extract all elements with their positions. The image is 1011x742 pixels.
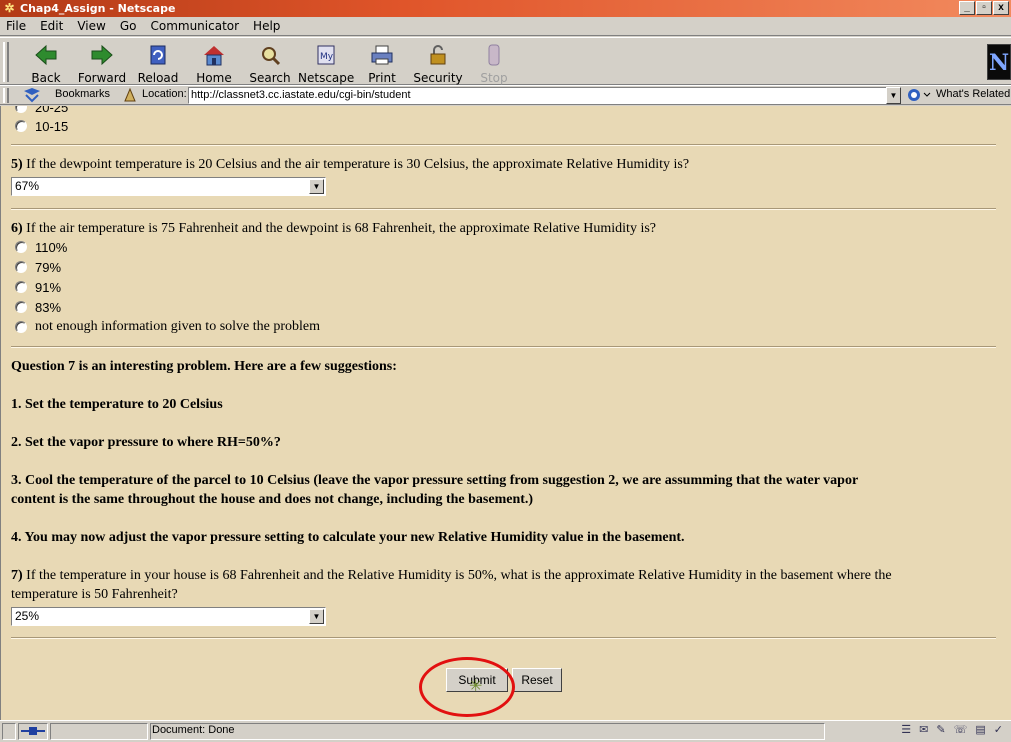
suggestion-2: 2. Set the vapor pressure to where RH=50… bbox=[11, 435, 281, 450]
prev-option-row[interactable]: 10-15 bbox=[15, 117, 68, 135]
status-bar: Document: Done ☰ ✉ ✎ ☏ ▤ ✓ bbox=[0, 720, 1011, 741]
print-button[interactable]: Print bbox=[354, 41, 410, 85]
bookmarks-icon[interactable] bbox=[22, 87, 44, 103]
radio-button[interactable] bbox=[15, 281, 27, 293]
security-status-icon[interactable] bbox=[2, 723, 16, 740]
menu-file[interactable]: File bbox=[6, 19, 26, 33]
check-icon[interactable]: ✓ bbox=[994, 723, 1003, 736]
minimize-button[interactable]: _ bbox=[959, 1, 975, 15]
netscape-app-icon: ✲ bbox=[4, 1, 15, 15]
status-text: Document: Done bbox=[152, 724, 235, 736]
back-arrow-icon bbox=[33, 43, 59, 67]
menu-help[interactable]: Help bbox=[253, 19, 280, 33]
toolbar-grip[interactable] bbox=[3, 42, 9, 82]
suggestion-4: 4. You may now adjust the vapor pressure… bbox=[11, 530, 685, 545]
navigator-icon[interactable]: ☰ bbox=[901, 723, 911, 736]
q6-option-row[interactable]: 91% bbox=[15, 278, 61, 296]
forward-arrow-icon bbox=[89, 43, 115, 67]
q5-answer-select[interactable]: 67% ▼ bbox=[11, 177, 326, 196]
navigation-toolbar: Back Forward Reload Home Search My Netsc… bbox=[0, 37, 1011, 85]
whats-related-icon[interactable] bbox=[906, 87, 932, 103]
menu-edit[interactable]: Edit bbox=[40, 19, 63, 33]
locbar-grip[interactable] bbox=[3, 88, 9, 103]
status-text-cell bbox=[150, 723, 825, 740]
q6-option-row[interactable]: 79% bbox=[15, 258, 61, 276]
question-6: 6) If the air temperature is 75 Fahrenhe… bbox=[11, 221, 656, 236]
suggestion-3-line-2: content is the same throughout the house… bbox=[11, 492, 534, 507]
reload-icon bbox=[145, 43, 171, 67]
divider bbox=[11, 208, 999, 210]
url-dropdown-button[interactable]: ▼ bbox=[886, 87, 901, 104]
print-icon bbox=[369, 43, 395, 67]
radio-button[interactable] bbox=[15, 106, 27, 113]
prev-option-row[interactable]: 20-25 bbox=[15, 106, 68, 116]
url-input[interactable]: http://classnet3.cc.iastate.edu/cgi-bin/… bbox=[188, 87, 888, 104]
radio-button[interactable] bbox=[15, 321, 27, 333]
radio-button[interactable] bbox=[15, 241, 27, 253]
reload-button[interactable]: Reload bbox=[130, 41, 186, 85]
search-button[interactable]: Search bbox=[242, 41, 298, 85]
question-5: 5) If the dewpoint temperature is 20 Cel… bbox=[11, 157, 690, 172]
chevron-down-icon[interactable]: ▼ bbox=[309, 609, 324, 624]
reset-button[interactable]: Reset bbox=[512, 668, 562, 692]
security-lock-icon bbox=[425, 43, 451, 67]
messenger-icon[interactable]: ✉ bbox=[919, 723, 928, 736]
stop-button[interactable]: Stop bbox=[466, 41, 522, 85]
suggestion-1: 1. Set the temperature to 20 Celsius bbox=[11, 397, 223, 412]
window-controls: _ ▫ x bbox=[959, 1, 1009, 15]
component-bar: ☰ ✉ ✎ ☏ ▤ ✓ bbox=[901, 723, 1003, 736]
netscape-button[interactable]: My Netscape bbox=[298, 41, 354, 85]
suggestions-intro: Question 7 is an interesting problem. He… bbox=[11, 359, 397, 374]
chat-icon[interactable]: ☏ bbox=[954, 723, 968, 736]
bookmarks-label[interactable]: Bookmarks bbox=[55, 88, 110, 100]
netscape-icon: My bbox=[313, 43, 339, 67]
sparkle-cursor-icon: ✳ bbox=[469, 678, 483, 695]
chevron-down-icon[interactable]: ▼ bbox=[309, 179, 324, 194]
window-title: Chap4_Assign - Netscape bbox=[20, 2, 176, 15]
q6-option-row[interactable]: 110% bbox=[15, 238, 67, 256]
radio-button[interactable] bbox=[15, 301, 27, 313]
location-toolbar: Bookmarks Location: http://classnet3.cc.… bbox=[0, 85, 1011, 105]
highlight-circle bbox=[419, 657, 515, 717]
radio-button[interactable] bbox=[15, 261, 27, 273]
location-label: Location: bbox=[142, 88, 187, 100]
netscape-throbber-logo: N bbox=[987, 44, 1011, 80]
suggestion-3-line-1: 3. Cool the temperature of the parcel to… bbox=[11, 473, 859, 488]
svg-text:My: My bbox=[320, 52, 334, 62]
vertical-scrollbar[interactable] bbox=[996, 106, 1011, 720]
connection-status-icon bbox=[18, 723, 48, 740]
restore-button[interactable]: ▫ bbox=[976, 1, 992, 15]
composer-icon[interactable]: ✎ bbox=[936, 723, 945, 736]
divider bbox=[11, 346, 999, 348]
title-bar: ✲ Chap4_Assign - Netscape _ ▫ x bbox=[0, 0, 1011, 17]
progress-bar bbox=[50, 723, 148, 740]
security-button[interactable]: Security bbox=[410, 41, 466, 85]
stop-icon bbox=[481, 43, 507, 67]
q7-answer-select[interactable]: 25% ▼ bbox=[11, 607, 326, 626]
close-button[interactable]: x bbox=[993, 1, 1009, 15]
menu-communicator[interactable]: Communicator bbox=[150, 19, 239, 33]
whats-related-label[interactable]: What's Related bbox=[936, 88, 1010, 100]
q6-option-row[interactable]: 83% bbox=[15, 298, 61, 316]
location-pin-icon bbox=[122, 87, 138, 103]
menu-view[interactable]: View bbox=[77, 19, 105, 33]
question-7-line-1: 7) If the temperature in your house is 6… bbox=[11, 568, 892, 583]
question-7-line-2: temperature is 50 Fahrenheit? bbox=[11, 587, 178, 602]
forward-button[interactable]: Forward bbox=[74, 41, 130, 85]
menu-bar: File Edit View Go Communicator Help bbox=[0, 17, 1011, 36]
back-button[interactable]: Back bbox=[18, 41, 74, 85]
divider bbox=[11, 144, 999, 146]
page-content: 20-25 10-15 5) If the dewpoint temperatu… bbox=[0, 106, 1011, 720]
home-icon bbox=[201, 43, 227, 67]
radio-button[interactable] bbox=[15, 120, 27, 132]
home-button[interactable]: Home bbox=[186, 41, 242, 85]
menu-go[interactable]: Go bbox=[120, 19, 137, 33]
addressbook-icon[interactable]: ▤ bbox=[975, 723, 985, 736]
search-icon bbox=[257, 43, 283, 67]
divider bbox=[11, 637, 999, 639]
q6-option-row[interactable]: not enough information given to solve th… bbox=[15, 318, 320, 336]
